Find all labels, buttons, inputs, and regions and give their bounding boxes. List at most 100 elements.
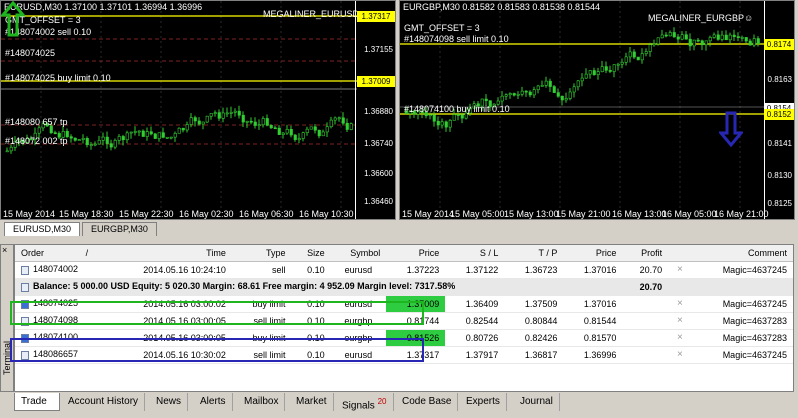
candle-body	[305, 128, 309, 133]
candle-body	[201, 121, 205, 125]
tab-journal[interactable]: Journal	[514, 393, 560, 411]
tab-news[interactable]: News	[150, 393, 189, 411]
order-tp: 1.36817	[504, 346, 564, 364]
time-tick: 15 May 2014	[3, 209, 56, 219]
chart-eurusd[interactable]: EURUSD,M30 1.37100 1.37101 1.36994 1.369…	[0, 0, 396, 220]
candle-body	[325, 126, 329, 133]
highlight-eurgbp-buy-limit	[10, 338, 424, 362]
candle-body	[568, 91, 572, 99]
candle-body	[688, 38, 692, 47]
tab-account-history[interactable]: Account History	[62, 393, 146, 411]
col-size[interactable]: Size	[291, 245, 331, 262]
candle-body	[664, 34, 668, 37]
close-order-icon[interactable]: ×	[668, 312, 692, 330]
order-sl: 0.82544	[445, 312, 505, 330]
close-order-icon[interactable]: ×	[668, 261, 692, 279]
candle-body	[508, 93, 512, 96]
candle-body	[321, 131, 325, 137]
tab-eurusd-chart[interactable]: EURUSD,M30	[4, 222, 81, 236]
tab-alerts[interactable]: Alerts	[194, 393, 233, 411]
candle-body	[181, 127, 185, 131]
close-order-icon[interactable]: ×	[668, 329, 692, 347]
table-row[interactable]: 148074002 2014.05.16 10:24:10 sell 0.10 …	[15, 261, 793, 279]
order-symbol: eurusd	[330, 261, 387, 279]
table-header: Order / Time Type Size Symbol Price S / …	[15, 245, 793, 262]
col-price[interactable]: Price	[386, 245, 446, 262]
candle-body	[756, 38, 760, 45]
candle-body	[512, 93, 516, 96]
candle-body	[608, 70, 612, 72]
candle-body	[273, 127, 277, 130]
tab-market[interactable]: Market	[290, 393, 334, 411]
col-sort[interactable]: /	[79, 245, 107, 262]
candle-body	[660, 34, 664, 39]
chart-eurgbp[interactable]: EURGBP,M30 0.81582 0.81583 0.81538 0.815…	[399, 0, 795, 220]
order-label: #148072 002 tp	[5, 136, 68, 146]
col-type[interactable]: Type	[231, 245, 292, 262]
close-order-icon[interactable]: ×	[668, 346, 692, 364]
col-time[interactable]: Time	[106, 245, 232, 262]
tab-eurgbp-chart[interactable]: EURGBP,M30	[82, 222, 157, 236]
candle-body	[69, 136, 73, 139]
tab-code-base[interactable]: Code Base	[396, 393, 459, 411]
candle-body	[189, 117, 193, 125]
col-profit[interactable]: Profit	[622, 245, 669, 262]
col-sl[interactable]: S / L	[445, 245, 505, 262]
close-icon[interactable]: ×	[2, 245, 7, 255]
candle-body	[712, 34, 716, 38]
candle-body	[145, 131, 149, 137]
time-tick: 15 May 2014	[402, 209, 455, 219]
candle-body	[209, 113, 213, 117]
candle-body	[676, 36, 680, 40]
candle-body	[460, 114, 464, 119]
tab-trade[interactable]: Trade	[14, 393, 60, 411]
candle-body	[616, 63, 620, 66]
col-symbol[interactable]: Symbol	[330, 245, 387, 262]
candle-body	[588, 70, 592, 75]
order-icon	[21, 265, 29, 275]
candle-body	[161, 132, 165, 138]
chart-title: EURUSD,M30 1.37100 1.37101 1.36994 1.369…	[4, 2, 203, 12]
price-tick: 0.8163	[767, 75, 792, 84]
candle-body	[652, 43, 656, 46]
price-tick: 1.36600	[364, 169, 393, 178]
price-scale[interactable]: 1.37317 1.37155 1.37009 1.36880 1.36740 …	[355, 1, 395, 219]
candle-body	[309, 126, 313, 130]
candle-body	[117, 136, 121, 141]
col-current-price[interactable]: Price	[563, 245, 623, 262]
candle-body	[93, 143, 97, 146]
candle-body	[229, 112, 233, 114]
balance-row: Balance: 5 000.00 USD Equity: 5 020.30 M…	[15, 278, 793, 296]
candle-body	[552, 86, 556, 93]
tab-experts[interactable]: Experts	[460, 393, 507, 411]
order-tp: 0.80844	[504, 312, 564, 330]
col-order[interactable]: Order	[15, 245, 80, 262]
candle-body	[5, 150, 9, 153]
candle-body	[233, 110, 237, 113]
candle-body	[544, 80, 548, 86]
candle-body	[580, 77, 584, 82]
candle-body	[736, 36, 740, 38]
candle-body	[341, 117, 345, 124]
candle-body	[716, 34, 720, 40]
candle-body	[185, 124, 189, 131]
order-current: 1.37016	[563, 295, 623, 313]
time-tick: 16 May 21:00	[714, 209, 769, 219]
candle-body	[253, 121, 257, 126]
tab-mailbox[interactable]: Mailbox	[238, 393, 286, 411]
candle-body	[484, 98, 488, 101]
candle-body	[448, 120, 452, 128]
tab-signals[interactable]: Signals 20	[336, 393, 394, 411]
close-order-icon[interactable]: ×	[668, 295, 692, 313]
candle-body	[624, 56, 628, 63]
candle-body	[225, 112, 229, 115]
candle-body	[261, 118, 265, 126]
candle-body	[113, 140, 117, 148]
candle-body	[708, 37, 712, 42]
candle-body	[728, 34, 732, 41]
price-scale[interactable]: 0.8174 0.8163 0.8154 0.8152 0.8141 0.813…	[764, 1, 794, 219]
col-tp[interactable]: T / P	[504, 245, 564, 262]
col-comment[interactable]: Comment	[691, 245, 793, 262]
candle-body	[213, 112, 217, 114]
candle-body	[81, 138, 85, 140]
